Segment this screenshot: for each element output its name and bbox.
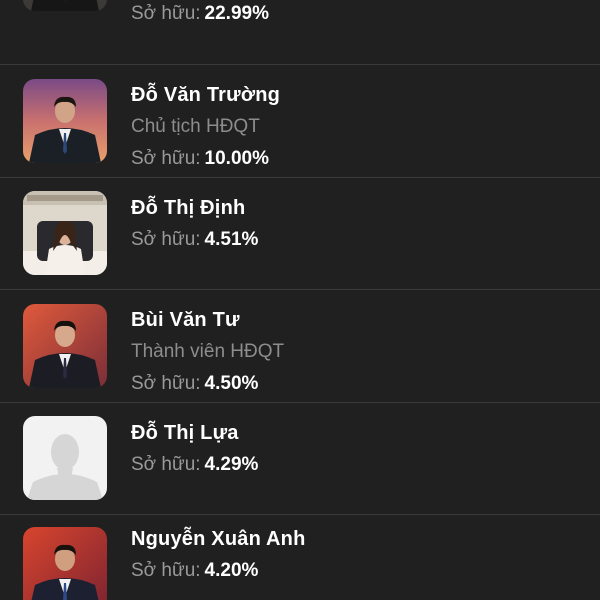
ownership-label: Sở hữu: xyxy=(131,229,201,250)
ownership-label: Sở hữu: xyxy=(131,3,201,24)
person-photo-icon xyxy=(23,527,107,600)
shareholder-name: Đỗ Thị Lựa xyxy=(131,422,239,444)
shareholder-name: Bùi Văn Tư xyxy=(131,309,240,331)
ownership-line: Sở hữu: 4.50% xyxy=(131,368,284,400)
ownership-line: Sở hữu: 4.20% xyxy=(131,555,305,587)
shareholder-info: Đỗ Thị Lựa Sở hữu: 4.29% xyxy=(131,417,258,481)
ownership-label: Sở hữu: xyxy=(131,148,201,169)
ownership-label: Sở hữu: xyxy=(131,454,201,475)
shareholder-row[interactable]: Đỗ Thị Lựa Sở hữu: 4.29% xyxy=(0,403,600,515)
shareholder-name: Đỗ Văn Trường xyxy=(131,84,281,106)
ownership-value: 4.20% xyxy=(204,560,259,581)
ownership-value: 4.50% xyxy=(204,373,259,394)
shareholder-info: Sở hữu: 22.99% xyxy=(131,0,269,30)
ownership-value: 4.51% xyxy=(204,229,259,250)
ownership-line: Sở hữu: 4.29% xyxy=(131,449,258,481)
person-photo-icon xyxy=(23,0,107,11)
ownership-line: Sở hữu: 22.99% xyxy=(131,0,269,30)
ownership-value: 22.99% xyxy=(204,3,269,24)
shareholder-list: Sở hữu: 22.99% Đỗ Văn Trường Chủ tịch HĐ… xyxy=(0,0,600,600)
shareholder-info: Bùi Văn Tư Thành viên HĐQT Sở hữu: 4.50% xyxy=(131,304,284,400)
shareholder-row[interactable]: Đỗ Văn Trường Chủ tịch HĐQT Sở hữu: 10.00… xyxy=(0,65,600,178)
ownership-value: 10.00% xyxy=(204,148,269,169)
shareholder-row[interactable]: Đỗ Thị Định Sở hữu: 4.51% xyxy=(0,178,600,290)
shareholder-info: Đỗ Thị Định Sở hữu: 4.51% xyxy=(131,192,258,256)
shareholder-row[interactable]: Sở hữu: 22.99% xyxy=(0,0,600,65)
person-photo-icon xyxy=(23,304,107,388)
ownership-value: 4.29% xyxy=(204,454,259,475)
shareholder-info: Đỗ Văn Trường Chủ tịch HĐQT Sở hữu: 10.00… xyxy=(131,79,280,175)
shareholder-name: Nguyễn Xuân Anh xyxy=(131,528,306,550)
ownership-line: Sở hữu: 4.51% xyxy=(131,224,258,256)
person-photo-icon xyxy=(23,79,107,163)
shareholder-info: Nguyễn Xuân Anh Sở hữu: 4.20% xyxy=(131,523,305,587)
shareholder-name: Đỗ Thị Định xyxy=(131,197,246,219)
person-photo-icon xyxy=(23,191,107,275)
shareholder-row[interactable]: Nguyễn Xuân Anh Sở hữu: 4.20% xyxy=(0,515,600,600)
default-avatar-icon xyxy=(23,416,107,500)
ownership-label: Sở hữu: xyxy=(131,560,201,581)
shareholder-row[interactable]: Bùi Văn Tư Thành viên HĐQT Sở hữu: 4.50% xyxy=(0,290,600,403)
ownership-line: Sở hữu: 10.00% xyxy=(131,143,280,175)
shareholder-role: Thành viên HĐQT xyxy=(131,341,285,362)
ownership-label: Sở hữu: xyxy=(131,373,201,394)
shareholder-role: Chủ tịch HĐQT xyxy=(131,116,260,137)
